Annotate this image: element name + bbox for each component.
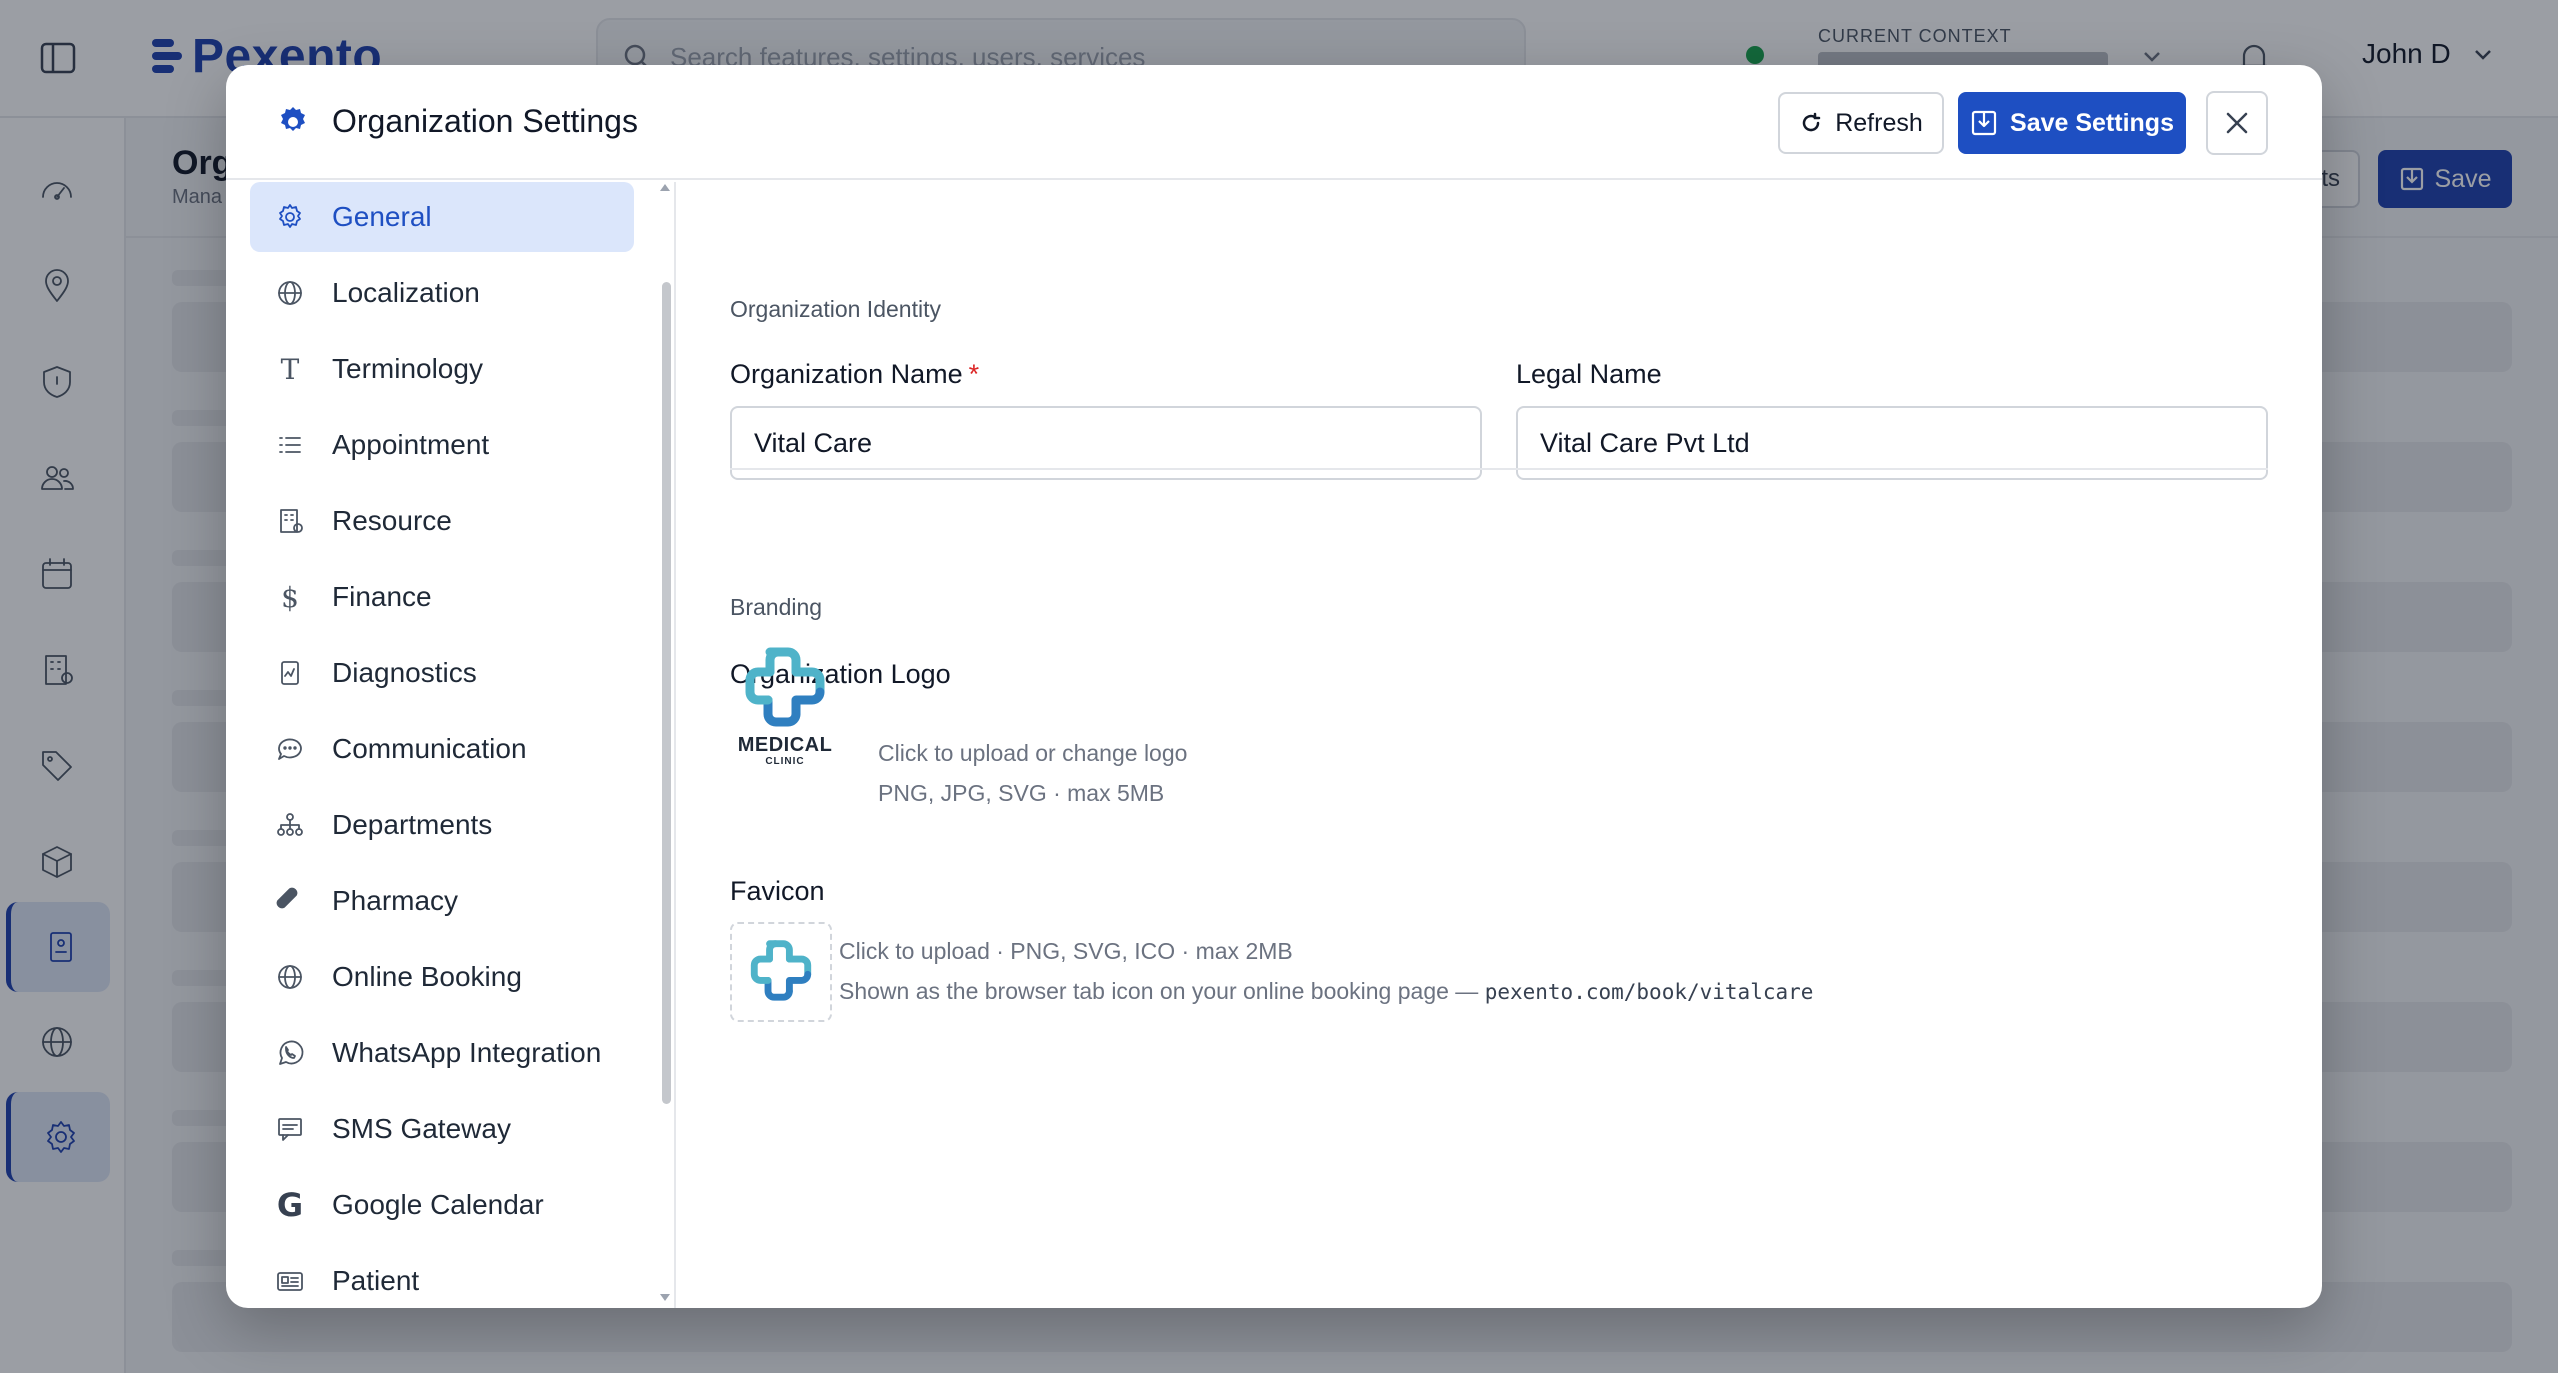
dollar-icon: $: [281, 580, 299, 614]
settings-content: Organization Identity Organization Name *…: [678, 182, 2322, 1308]
favicon-help-primary[interactable]: Click to upload · PNG, SVG, ICO · max 2M…: [839, 938, 1293, 965]
nav-item-label: Diagnostics: [332, 657, 477, 688]
nav-item-label: WhatsApp Integration: [332, 1037, 602, 1068]
logo-text: MEDICAL: [737, 734, 833, 756]
nav-item-label: Departments: [332, 809, 493, 840]
pill-icon: [274, 885, 306, 917]
logo-subtext: CLINIC: [765, 756, 805, 767]
nav-item-label: General: [332, 201, 432, 232]
nav-item-pharmacy[interactable]: Pharmacy: [250, 866, 634, 936]
save-icon: [1971, 110, 1997, 136]
organization-settings-modal: Organization Settings Refresh Save Setti…: [226, 65, 2322, 1308]
report-icon: [274, 657, 306, 689]
favicon-help-secondary: Shown as the browser tab icon on your on…: [839, 978, 1813, 1005]
scroll-up-arrow[interactable]: [660, 184, 670, 191]
modal-header: Organization Settings Refresh Save Setti…: [226, 65, 2322, 180]
nav-item-resource[interactable]: Resource: [250, 486, 634, 556]
nav-item-label: Pharmacy: [332, 885, 459, 916]
id-card-icon: [274, 1265, 306, 1297]
list-icon: [274, 429, 306, 461]
section-title-branding: Branding: [730, 594, 823, 620]
nav-item-departments[interactable]: Departments: [250, 790, 634, 860]
close-icon: [2226, 112, 2248, 134]
nav-item-general[interactable]: General: [250, 182, 634, 252]
nav-item-label: Terminology: [332, 353, 483, 384]
favicon-upload[interactable]: [730, 922, 832, 1022]
favicon-cross-icon: [750, 940, 812, 1001]
nav-item-label: Patient: [332, 1265, 420, 1296]
nav-item-google-calendar[interactable]: G Google Calendar: [250, 1170, 634, 1240]
booking-url: pexento.com/book/vitalcare: [1484, 980, 1814, 1004]
nav-item-finance[interactable]: $ Finance: [250, 562, 634, 632]
save-settings-button[interactable]: Save Settings: [1958, 92, 2186, 154]
nav-item-localization[interactable]: Localization: [250, 258, 634, 328]
legal-name-label: Legal Name: [1516, 359, 1662, 389]
scroll-down-arrow[interactable]: [660, 1294, 670, 1301]
settings-nav: General Localization T Terminology Appoi…: [226, 182, 676, 1308]
org-name-label-text: Organization Name: [730, 359, 963, 389]
required-mark: *: [968, 359, 980, 389]
nav-item-label: SMS Gateway: [332, 1113, 511, 1144]
logo-help-secondary: PNG, JPG, SVG · max 5MB: [878, 780, 1165, 806]
nav-item-appointment[interactable]: Appointment: [250, 410, 634, 480]
google-icon: G: [276, 1186, 304, 1224]
globe-icon: [274, 277, 306, 309]
org-chart-icon: [274, 809, 306, 841]
chat-icon: [274, 733, 306, 765]
globe-icon: [274, 961, 306, 993]
close-button[interactable]: [2206, 91, 2268, 155]
modal-title: Organization Settings: [332, 103, 638, 139]
text-icon: T: [280, 352, 300, 386]
favicon-help-text: Shown as the browser tab icon on your on…: [839, 978, 1479, 1004]
message-icon: [274, 1113, 306, 1145]
refresh-icon: [1802, 112, 1821, 132]
refresh-button[interactable]: Refresh: [1778, 92, 1944, 154]
nav-item-sms-gateway[interactable]: SMS Gateway: [250, 1094, 634, 1164]
nav-item-label: Google Calendar: [332, 1189, 544, 1220]
nav-item-label: Appointment: [332, 429, 490, 460]
section-divider: [730, 468, 2268, 470]
nav-item-diagnostics[interactable]: Diagnostics: [250, 638, 634, 708]
nav-item-patient[interactable]: Patient: [250, 1246, 634, 1308]
building-icon: [274, 505, 306, 537]
nav-item-label: Resource: [332, 505, 452, 536]
nav-item-communication[interactable]: Communication: [250, 714, 634, 784]
medical-cross-logo: [745, 647, 825, 727]
nav-item-label: Localization: [332, 277, 480, 308]
logo-help-primary[interactable]: Click to upload or change logo: [878, 740, 1187, 767]
whatsapp-icon: [274, 1037, 306, 1069]
section-title-identity: Organization Identity: [730, 296, 941, 322]
nav-item-online-booking[interactable]: Online Booking: [250, 942, 634, 1012]
organization-logo[interactable]: MEDICAL CLINIC: [730, 642, 840, 772]
gear-icon: [281, 107, 305, 131]
save-settings-label: Save Settings: [2010, 108, 2174, 137]
refresh-label: Refresh: [1835, 108, 1923, 137]
gear-icon: [274, 201, 306, 233]
nav-item-label: Online Booking: [332, 961, 522, 992]
nav-item-label: Finance: [332, 581, 432, 612]
nav-item-whatsapp-integration[interactable]: WhatsApp Integration: [250, 1018, 634, 1088]
nav-scrollbar[interactable]: [662, 282, 671, 1104]
nav-item-label: Communication: [332, 733, 527, 764]
nav-item-terminology[interactable]: T Terminology: [250, 334, 634, 404]
favicon-label: Favicon: [730, 876, 825, 906]
org-name-label: Organization Name *: [730, 359, 979, 390]
